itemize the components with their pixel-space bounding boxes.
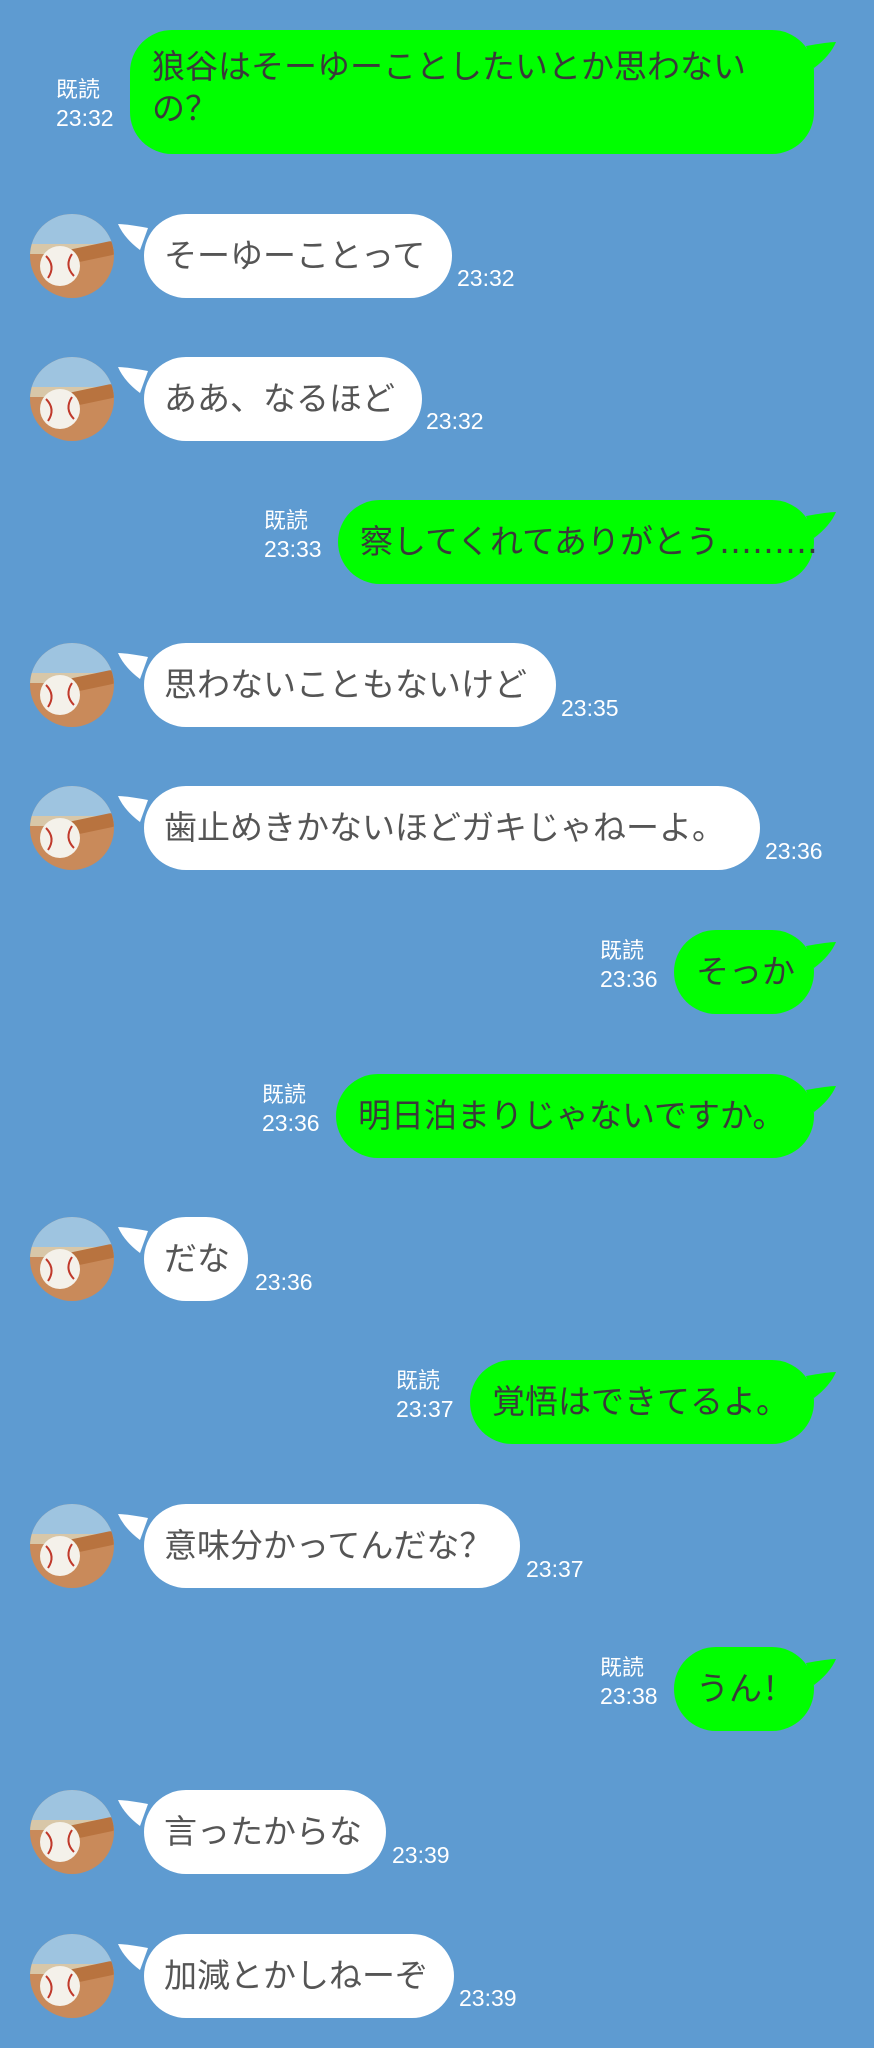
bubble-tail-icon [806, 42, 836, 68]
read-receipt: 既読 23:32 [56, 76, 114, 133]
message-text: うん！ [696, 1669, 795, 1708]
baseball-bat-photo-icon [30, 643, 114, 727]
bubble-tail-icon [118, 224, 148, 250]
message-text: 加減とかしねーぞ [164, 1956, 428, 1995]
baseball-bat-photo-icon [30, 214, 114, 298]
bubble-tail-icon [118, 1227, 148, 1253]
avatar[interactable] [30, 1934, 114, 2018]
avatar[interactable] [30, 786, 114, 870]
avatar[interactable] [30, 1217, 114, 1301]
message-text: 察してくれてありがとう……… [360, 522, 819, 561]
message-text: そっか [696, 952, 795, 991]
outgoing-message-bubble[interactable]: そっか [674, 930, 814, 1014]
bubble-tail-icon [806, 1086, 836, 1112]
baseball-bat-photo-icon [30, 357, 114, 441]
read-label: 既読 [56, 77, 101, 102]
message-text: 明日泊まりじゃないですか。 [358, 1096, 786, 1135]
bubble-tail-icon [806, 1659, 836, 1685]
incoming-message-bubble[interactable]: 加減とかしねーぞ [144, 1934, 454, 2018]
timestamp: 23:36 [262, 1110, 320, 1136]
incoming-message-bubble[interactable]: ああ、なるほど [144, 357, 422, 441]
bubble-tail-icon [118, 653, 148, 679]
timestamp: 23:32 [56, 105, 114, 131]
timestamp: 23:35 [561, 695, 619, 721]
baseball-bat-photo-icon [30, 1790, 114, 1874]
read-receipt: 既読 23:33 [264, 507, 322, 564]
incoming-message-bubble[interactable]: 意味分かってんだな？ [144, 1504, 520, 1588]
outgoing-message-bubble[interactable]: 察してくれてありがとう……… [338, 500, 818, 584]
timestamp: 23:33 [264, 536, 322, 562]
message-text: 覚悟はできてるよ。 [492, 1382, 789, 1421]
timestamp: 23:36 [765, 838, 823, 864]
bubble-tail-icon [118, 796, 148, 822]
read-label: 既読 [600, 938, 645, 963]
incoming-message-bubble[interactable]: そーゆーことって [144, 214, 452, 298]
incoming-message-bubble[interactable]: 言ったからな [144, 1790, 386, 1874]
message-text: ああ、なるほど [164, 379, 395, 418]
read-receipt: 既読 23:37 [396, 1367, 454, 1424]
timestamp: 23:36 [255, 1269, 313, 1295]
incoming-message-bubble[interactable]: だな [144, 1217, 248, 1301]
outgoing-message-bubble[interactable]: 狼谷はそーゆーことしたいとか思わないの？ [130, 30, 814, 154]
avatar[interactable] [30, 214, 114, 298]
read-label: 既読 [264, 508, 309, 533]
timestamp: 23:39 [459, 1985, 517, 2011]
bubble-tail-icon [806, 512, 836, 538]
timestamp: 23:39 [392, 1842, 450, 1868]
timestamp: 23:37 [526, 1556, 584, 1582]
message-text: 思わないこともないけど [164, 665, 527, 704]
avatar[interactable] [30, 357, 114, 441]
message-text: そーゆーことって [164, 236, 426, 275]
avatar[interactable] [30, 1504, 114, 1588]
message-text: だな [164, 1239, 230, 1278]
baseball-bat-photo-icon [30, 1217, 114, 1301]
timestamp: 23:36 [600, 966, 658, 992]
avatar[interactable] [30, 643, 114, 727]
bubble-tail-icon [118, 367, 148, 393]
bubble-tail-icon [806, 1372, 836, 1398]
message-text: 意味分かってんだな？ [164, 1526, 493, 1565]
message-text: 言ったからな [164, 1812, 362, 1851]
baseball-bat-photo-icon [30, 786, 114, 870]
bubble-tail-icon [118, 1514, 148, 1540]
read-label: 既読 [262, 1082, 307, 1107]
timestamp: 23:37 [396, 1396, 454, 1422]
timestamp: 23:32 [426, 408, 484, 434]
incoming-message-bubble[interactable]: 歯止めきかないほどガキじゃねーよ。 [144, 786, 760, 870]
message-text: 狼谷はそーゆーことしたいとか思わないの？ [152, 47, 746, 128]
read-receipt: 既読 23:38 [600, 1654, 658, 1711]
outgoing-message-bubble[interactable]: 覚悟はできてるよ。 [470, 1360, 814, 1444]
timestamp: 23:38 [600, 1683, 658, 1709]
read-label: 既読 [600, 1655, 645, 1680]
baseball-bat-photo-icon [30, 1934, 114, 2018]
read-receipt: 既読 23:36 [262, 1081, 320, 1138]
read-receipt: 既読 23:36 [600, 937, 658, 994]
bubble-tail-icon [118, 1944, 148, 1970]
outgoing-message-bubble[interactable]: うん！ [674, 1647, 814, 1731]
bubble-tail-icon [806, 942, 836, 968]
message-text: 歯止めきかないほどガキじゃねーよ。 [164, 808, 725, 847]
outgoing-message-bubble[interactable]: 明日泊まりじゃないですか。 [336, 1074, 814, 1158]
avatar[interactable] [30, 1790, 114, 1874]
incoming-message-bubble[interactable]: 思わないこともないけど [144, 643, 556, 727]
read-label: 既読 [396, 1368, 441, 1393]
timestamp: 23:32 [457, 265, 515, 291]
bubble-tail-icon [118, 1800, 148, 1826]
baseball-bat-photo-icon [30, 1504, 114, 1588]
